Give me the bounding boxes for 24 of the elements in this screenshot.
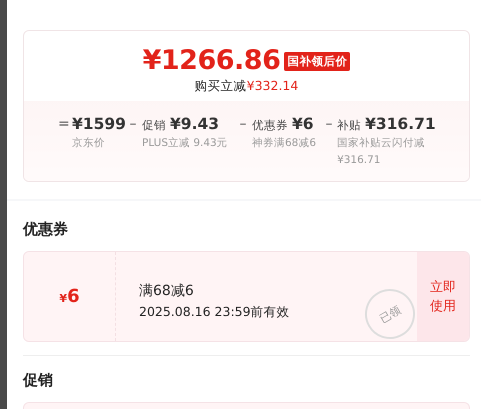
section-title: 优惠券 bbox=[23, 219, 69, 240]
coupon-validity: 2025.08.16 23:59前有效 bbox=[139, 304, 290, 321]
final-price: ¥1266.86 bbox=[142, 45, 280, 77]
breakdown-label: 促销 bbox=[142, 118, 166, 133]
saving-text: 购买立减¥332.14 bbox=[194, 78, 298, 95]
breakdown-value: ¥316.71 bbox=[365, 114, 436, 135]
coupon-condition: 满68减6 bbox=[139, 282, 194, 300]
breakdown-value: ¥6 bbox=[292, 114, 314, 135]
breakdown-value: ¥9.43 bbox=[170, 114, 220, 135]
breakdown-note: 国家补贴云闪付减¥316.71 bbox=[337, 136, 426, 168]
breakdown-value: ¥1599 bbox=[72, 114, 126, 135]
breakdown-note: 京东价 bbox=[72, 136, 106, 151]
breakdown-label: 优惠券 bbox=[252, 118, 288, 133]
use-now-button[interactable]: 立即使用 bbox=[417, 252, 469, 341]
coupon-amount: ¥6 bbox=[59, 286, 80, 307]
section-title: 促销 bbox=[23, 370, 54, 391]
operator-sign: – bbox=[238, 115, 248, 134]
breakdown-note: 神券满68减6 bbox=[252, 136, 316, 151]
operator-sign: = bbox=[58, 115, 68, 134]
operator-sign: – bbox=[128, 115, 138, 134]
breakdown-label: 补贴 bbox=[337, 118, 362, 133]
price-tag: 国补领后价 bbox=[284, 52, 350, 70]
operator-sign: – bbox=[325, 115, 334, 134]
breakdown-note: PLUS立减 9.43元 bbox=[142, 136, 228, 151]
